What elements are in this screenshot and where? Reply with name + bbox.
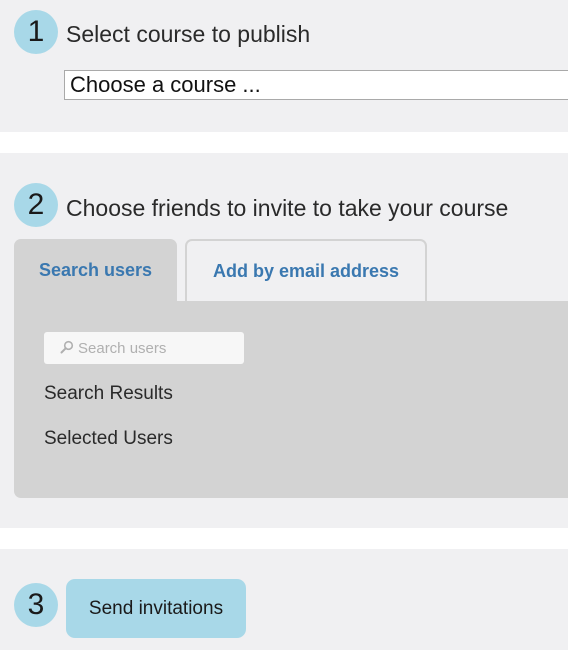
step-1-number: 1 — [14, 10, 58, 54]
search-results-label: Search Results — [44, 383, 173, 404]
course-select[interactable]: Choose a course ... — [64, 70, 568, 100]
selected-users-label: Selected Users — [44, 428, 173, 449]
step-2-section: 2 Choose friends to invite to take your … — [0, 153, 568, 528]
step-1-section: 1 Select course to publish Choose a cour… — [0, 0, 568, 132]
search-users-panel: Search Results Selected Users — [14, 301, 568, 498]
search-icon — [60, 340, 74, 354]
search-box[interactable] — [44, 332, 244, 364]
search-input[interactable] — [78, 332, 238, 364]
send-invitations-button[interactable]: Send invitations — [66, 579, 246, 638]
tab-search-users[interactable]: Search users — [14, 239, 177, 301]
step-1-title: Select course to publish — [66, 21, 311, 47]
step-3-number: 3 — [14, 583, 58, 627]
tab-add-by-email[interactable]: Add by email address — [185, 239, 427, 301]
step-2-number: 2 — [14, 183, 58, 227]
step-2-title: Choose friends to invite to take your co… — [66, 195, 509, 221]
step-3-section: 3 Send invitations — [0, 549, 568, 650]
